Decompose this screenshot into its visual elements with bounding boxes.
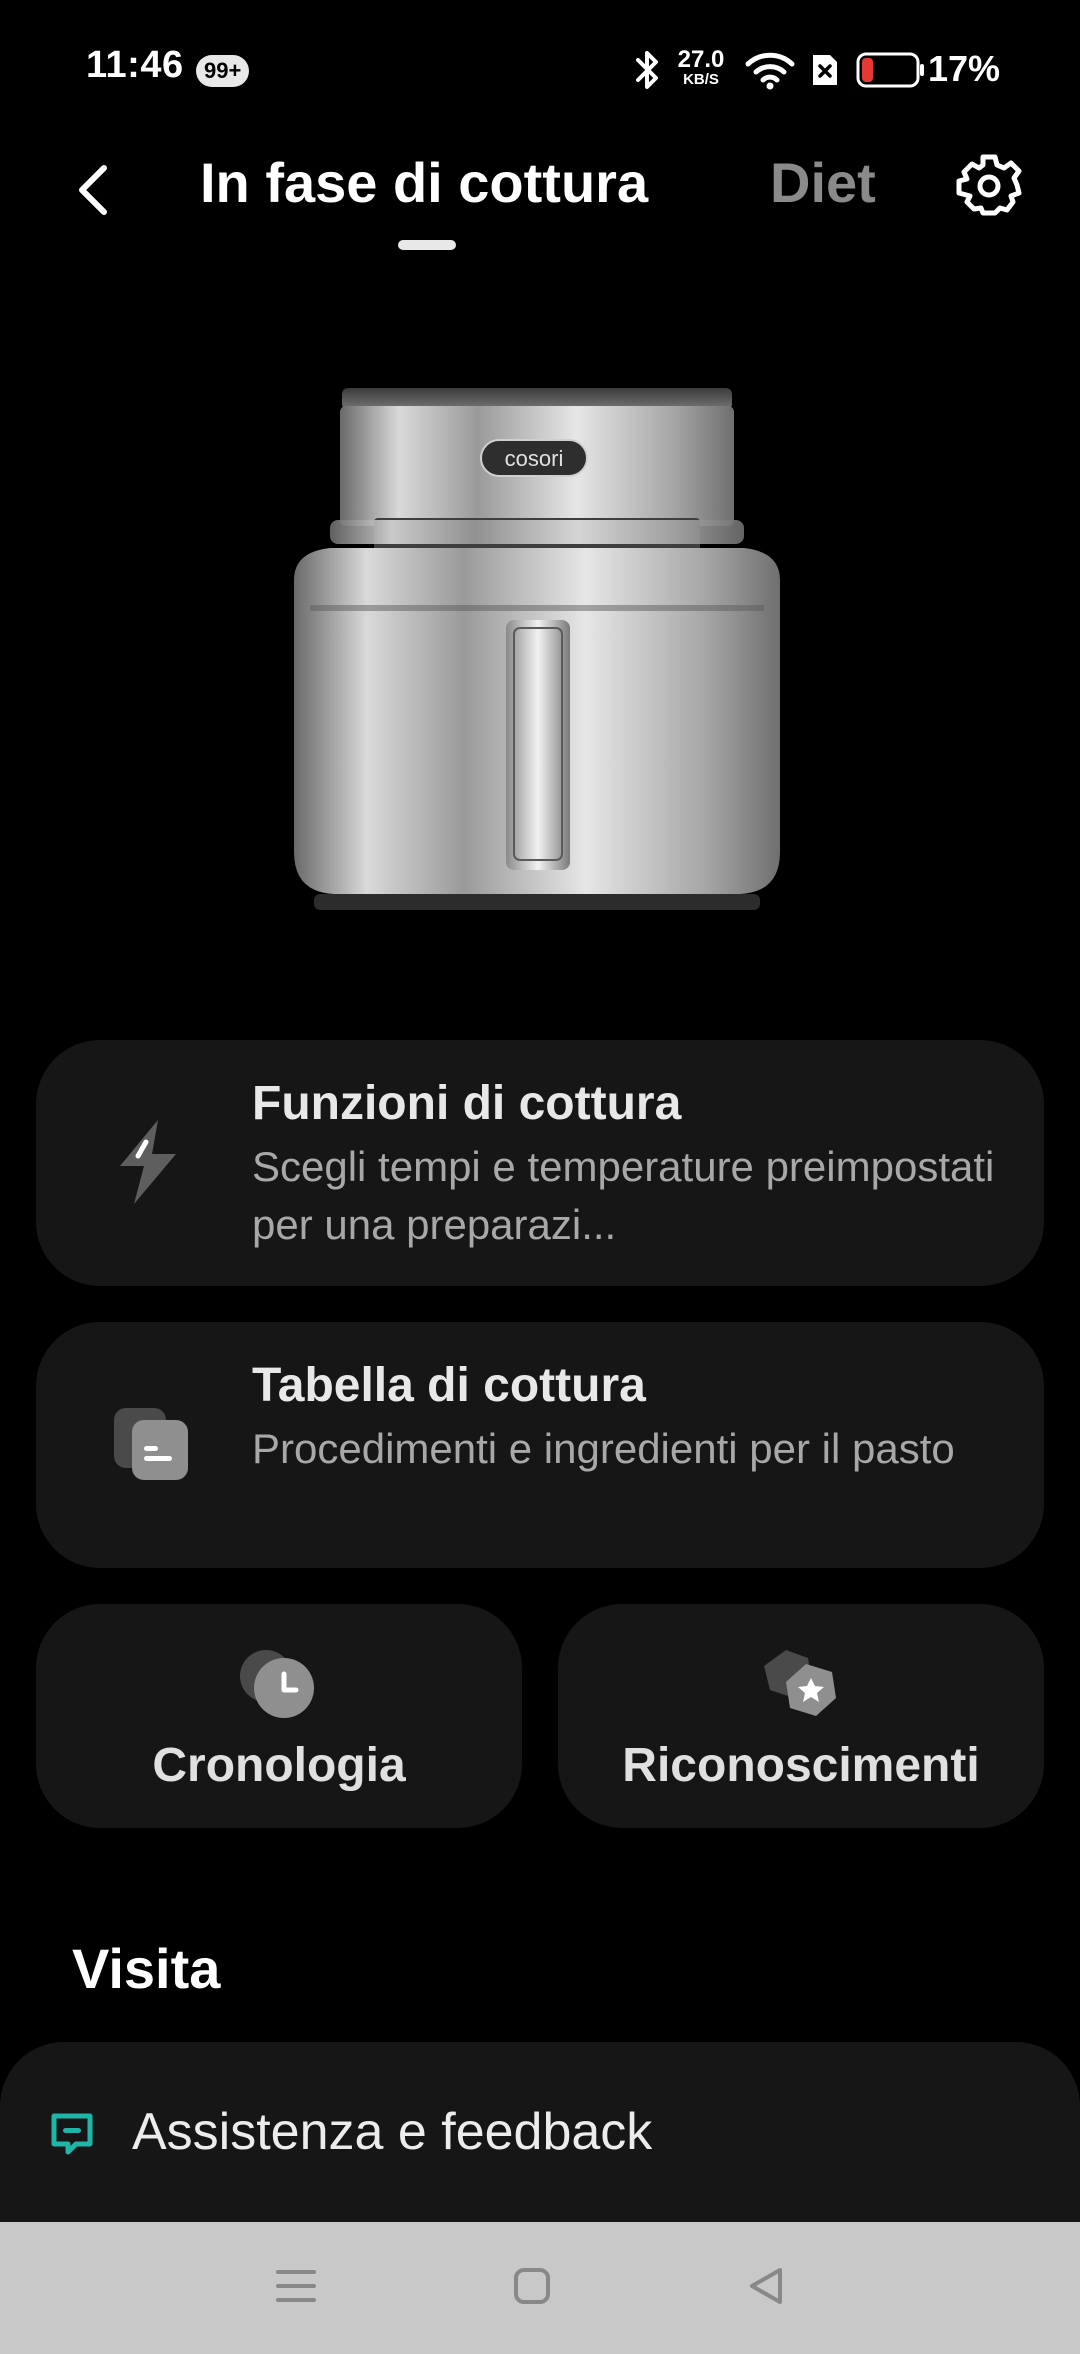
air-fryer-image: cosori [294,388,780,910]
notification-badge: 99+ [196,55,250,87]
wifi-icon [745,52,795,90]
sim-off-icon [813,55,837,85]
cooking-table-card[interactable]: Tabella di cottura Procedimenti e ingred… [36,1322,1044,1568]
card-title: Funzioni di cottura [252,1077,682,1130]
card-description: Scegli tempi e temperature preimpostati … [252,1143,995,1248]
back-arrow-icon[interactable] [62,150,122,230]
history-card[interactable]: Cronologia [36,1604,522,1828]
visit-section-title: Visita [72,1937,221,2000]
tab-cooking[interactable]: In fase di cottura [200,150,648,215]
tab-diet[interactable]: Diet [770,150,876,215]
battery-percent: 17% [928,48,1001,89]
active-tab-indicator [398,240,456,250]
system-navigation-bar [0,2222,1080,2354]
history-label: Cronologia [152,1739,406,1792]
back-icon[interactable] [744,2264,788,2308]
status-time: 11:46 [86,44,184,86]
battery-icon [856,52,924,88]
achievements-label: Riconoscimenti [622,1739,980,1792]
card-title: Tabella di cottura [252,1359,646,1412]
network-speed-unit: KB/S [683,71,719,88]
network-speed-value: 27.0 [677,46,725,73]
clock-icon [240,1650,314,1718]
bluetooth-icon [636,51,658,89]
chat-icon [51,2113,93,2155]
status-bar: 11:46 99+ 27.0 KB/S 17% [0,0,1080,140]
support-feedback-row[interactable]: Assistenza e feedback [0,2042,1080,2222]
star-badge-icon [764,1650,836,1716]
recipe-card-icon [114,1408,188,1480]
cooking-functions-card[interactable]: Funzioni di cottura Scegli tempi e tempe… [36,1040,1044,1286]
gear-icon[interactable] [954,152,1024,222]
card-description: Procedimenti e ingredienti per il pasto [252,1425,955,1472]
brand-logo: cosori [505,446,564,471]
network-speed: 27.0 KB/S [676,48,726,88]
achievements-card[interactable]: Riconoscimenti [558,1604,1044,1828]
menu-icon[interactable] [274,2266,318,2306]
lightning-icon [120,1120,176,1204]
support-label: Assistenza e feedback [132,2103,653,2161]
home-icon[interactable] [512,2264,552,2308]
